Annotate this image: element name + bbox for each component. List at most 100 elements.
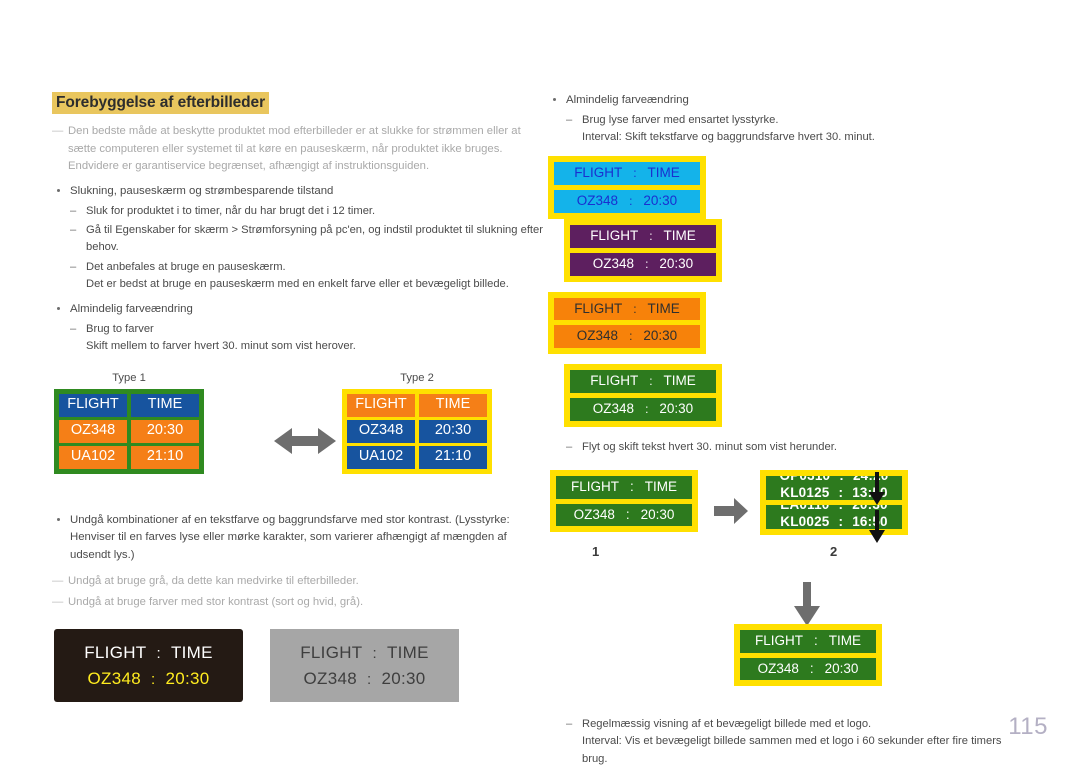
sub-item-logo-display: – Regelmæssig visning af et bevægeligt b… — [566, 716, 1040, 768]
panel-value-flight: OZ348 — [592, 400, 635, 416]
swap-arrow-icon — [274, 427, 336, 454]
sub-item-logo-cont1: Interval: Vis et bevægeligt billede samm… — [582, 735, 1002, 748]
sub-item-text: Sluk for produktet i to timer, når du ha… — [86, 204, 376, 217]
colon-separator: : — [633, 301, 637, 316]
table-row: FLIGHT TIME — [59, 393, 199, 417]
colon-separator: : — [150, 670, 156, 688]
step-number-1: 1 — [592, 544, 600, 560]
sub-item-text: Brug lyse farver med ensartet lysstyrke. — [582, 113, 779, 126]
table-row: UA102 21:10 — [347, 445, 487, 469]
panel-data-row: OZ348 : 20:30 — [570, 252, 716, 276]
ndash-icon: – — [566, 113, 573, 126]
panel-label-flight: FLIGHT — [754, 633, 803, 649]
ndash-icon: – — [566, 718, 573, 731]
bullet-dot-icon — [57, 517, 60, 521]
right-arrow-icon — [714, 498, 748, 525]
header-cell-flight: FLIGHT — [59, 393, 127, 417]
panel-label-flight: FLIGHT — [590, 227, 639, 243]
flight-table-comparison: Type 1 FLIGHT TIME OZ348 20:30 UA102 21:… — [52, 372, 544, 500]
panel-value-flight: OZ348 — [576, 328, 619, 344]
display-header-row: FLIGHT : TIME — [84, 643, 213, 663]
header-cell-time: TIME — [131, 393, 199, 417]
panel-value-time: 20:30 — [643, 328, 678, 344]
colon-separator: : — [839, 505, 844, 514]
cell-flight: OZ348 — [59, 419, 127, 443]
color-panel-green: FLIGHT : TIME OZ348 : 20:30 — [564, 364, 722, 427]
panel-label-time: TIME — [647, 165, 680, 181]
table-row: OZ348 20:30 — [59, 419, 199, 443]
panel-header-row: FLIGHT : TIME — [554, 297, 700, 321]
panel-data-row: OZ348 : 20:30 — [570, 397, 716, 421]
scroll-panel-1: FLIGHT : TIME OZ348 : 20:30 — [550, 470, 698, 533]
colon-separator: : — [838, 514, 844, 529]
display-value-flight: OZ348 — [87, 668, 141, 688]
left-column: Forebyggelse af efterbilleder — Den beds… — [52, 92, 544, 719]
bullet-contrast-warning: Undgå kombinationer af en tekstfarve og … — [52, 512, 544, 565]
dash-icon: — — [52, 595, 64, 608]
sub-list-color-change: – Brug to farver Skift mellem to farver … — [70, 321, 544, 356]
panel-value-time: 20:30 — [659, 255, 694, 271]
display-label-time: TIME — [170, 642, 213, 662]
display-label-time: TIME — [386, 642, 429, 662]
panel-label-flight: FLIGHT — [574, 165, 623, 181]
note-avoid-gray: — Undgå at bruge grå, da dette kan medvi… — [52, 573, 544, 590]
bullet-dot-icon — [57, 188, 60, 192]
bullet-color-change-right: Almindelig farveændring — [548, 92, 1040, 110]
panel-label-time: TIME — [663, 373, 696, 389]
sub-item: – Sluk for produktet i to timer, når du … — [70, 203, 544, 220]
display-value-flight: OZ348 — [303, 668, 357, 688]
colon-separator: : — [625, 506, 630, 522]
sub-item-logo-text: Regelmæssig visning af et bevægeligt bil… — [582, 718, 872, 731]
panel-data-row: OZ348 : 20:30 — [554, 325, 700, 349]
panel-value-flight: OZ348 — [757, 660, 799, 676]
panel-value-flight: OZ348 — [573, 506, 615, 522]
right-column: Almindelig farveændring – Brug lyse farv… — [548, 92, 1040, 768]
colon-separator: : — [649, 228, 653, 243]
ndash-icon: – — [70, 260, 77, 273]
colon-separator: : — [838, 485, 844, 500]
bullet-color-change-text: Almindelig farveændring — [70, 303, 193, 316]
panel-label-time: TIME — [663, 227, 696, 243]
table-row: UA102 21:10 — [59, 445, 199, 469]
panel-header-row: FLIGHT : TIME — [570, 224, 716, 248]
sub-list-power-saving: – Sluk for produktet i to timer, når du … — [70, 203, 544, 294]
panel-label-time: TIME — [647, 300, 680, 316]
sub-list-bright-colors: – Brug lyse farver med ensartet lysstyrk… — [566, 112, 1040, 147]
color-panel-cyan: FLIGHT : TIME OZ348 : 20:30 — [548, 156, 706, 219]
sub-item: – Det anbefales at bruge en pauseskærm. … — [70, 259, 544, 294]
type1-flight-table: FLIGHT TIME OZ348 20:30 UA102 21:10 — [54, 388, 204, 474]
display-label-flight: FLIGHT — [300, 642, 363, 662]
cell-flight: OZ348 — [347, 419, 415, 443]
colon-separator: : — [630, 479, 634, 495]
display-data-row: OZ348 : 20:30 — [88, 669, 210, 689]
page-title: Forebyggelse af efterbilleder — [52, 92, 544, 115]
colon-separator: : — [633, 166, 637, 181]
note-avoid-contrast-text: Undgå at bruge farver med stor kontrast … — [68, 595, 364, 608]
sub-item-logo-cont2: brug. — [582, 752, 608, 765]
dash-icon: — — [52, 125, 64, 138]
panel-header-row: FLIGHT : TIME — [570, 370, 716, 393]
panel-label-time: TIME — [644, 479, 678, 495]
sub-item: – Brug to farver Skift mellem to farver … — [70, 321, 544, 356]
cell-flight: UA102 — [347, 445, 415, 469]
ndash-icon: – — [566, 440, 573, 453]
document-page: Forebyggelse af efterbilleder — Den beds… — [0, 0, 1080, 765]
sub-item-text: Brug to farver — [86, 322, 154, 335]
panel-label-flight: FLIGHT — [574, 300, 623, 316]
panel-value-time: 20:30 — [643, 193, 678, 209]
ndash-icon: – — [70, 204, 77, 217]
colon-separator: : — [372, 644, 377, 662]
colon-separator: : — [629, 329, 633, 344]
panel-label-flight: FLIGHT — [590, 373, 639, 389]
bullet-dot-icon — [57, 307, 60, 311]
cell-time: 20:30 — [131, 419, 199, 443]
type2-label: Type 2 — [400, 371, 434, 384]
bullet-color-change: Almindelig farveændring — [52, 301, 544, 319]
colon-separator: : — [366, 670, 372, 688]
sub-item: – Brug lyse farver med ensartet lysstyrk… — [566, 112, 1040, 147]
sub-item-text: Det anbefales at bruge en pauseskærm. — [86, 260, 286, 273]
mono-display-examples: FLIGHT : TIME OZ348 : 20:30 FLIGHT : TIM… — [52, 629, 544, 719]
step-number-2: 2 — [830, 544, 838, 560]
cell-time: 21:10 — [131, 445, 199, 469]
bullet-color-change-right-text: Almindelig farveændring — [566, 94, 689, 106]
